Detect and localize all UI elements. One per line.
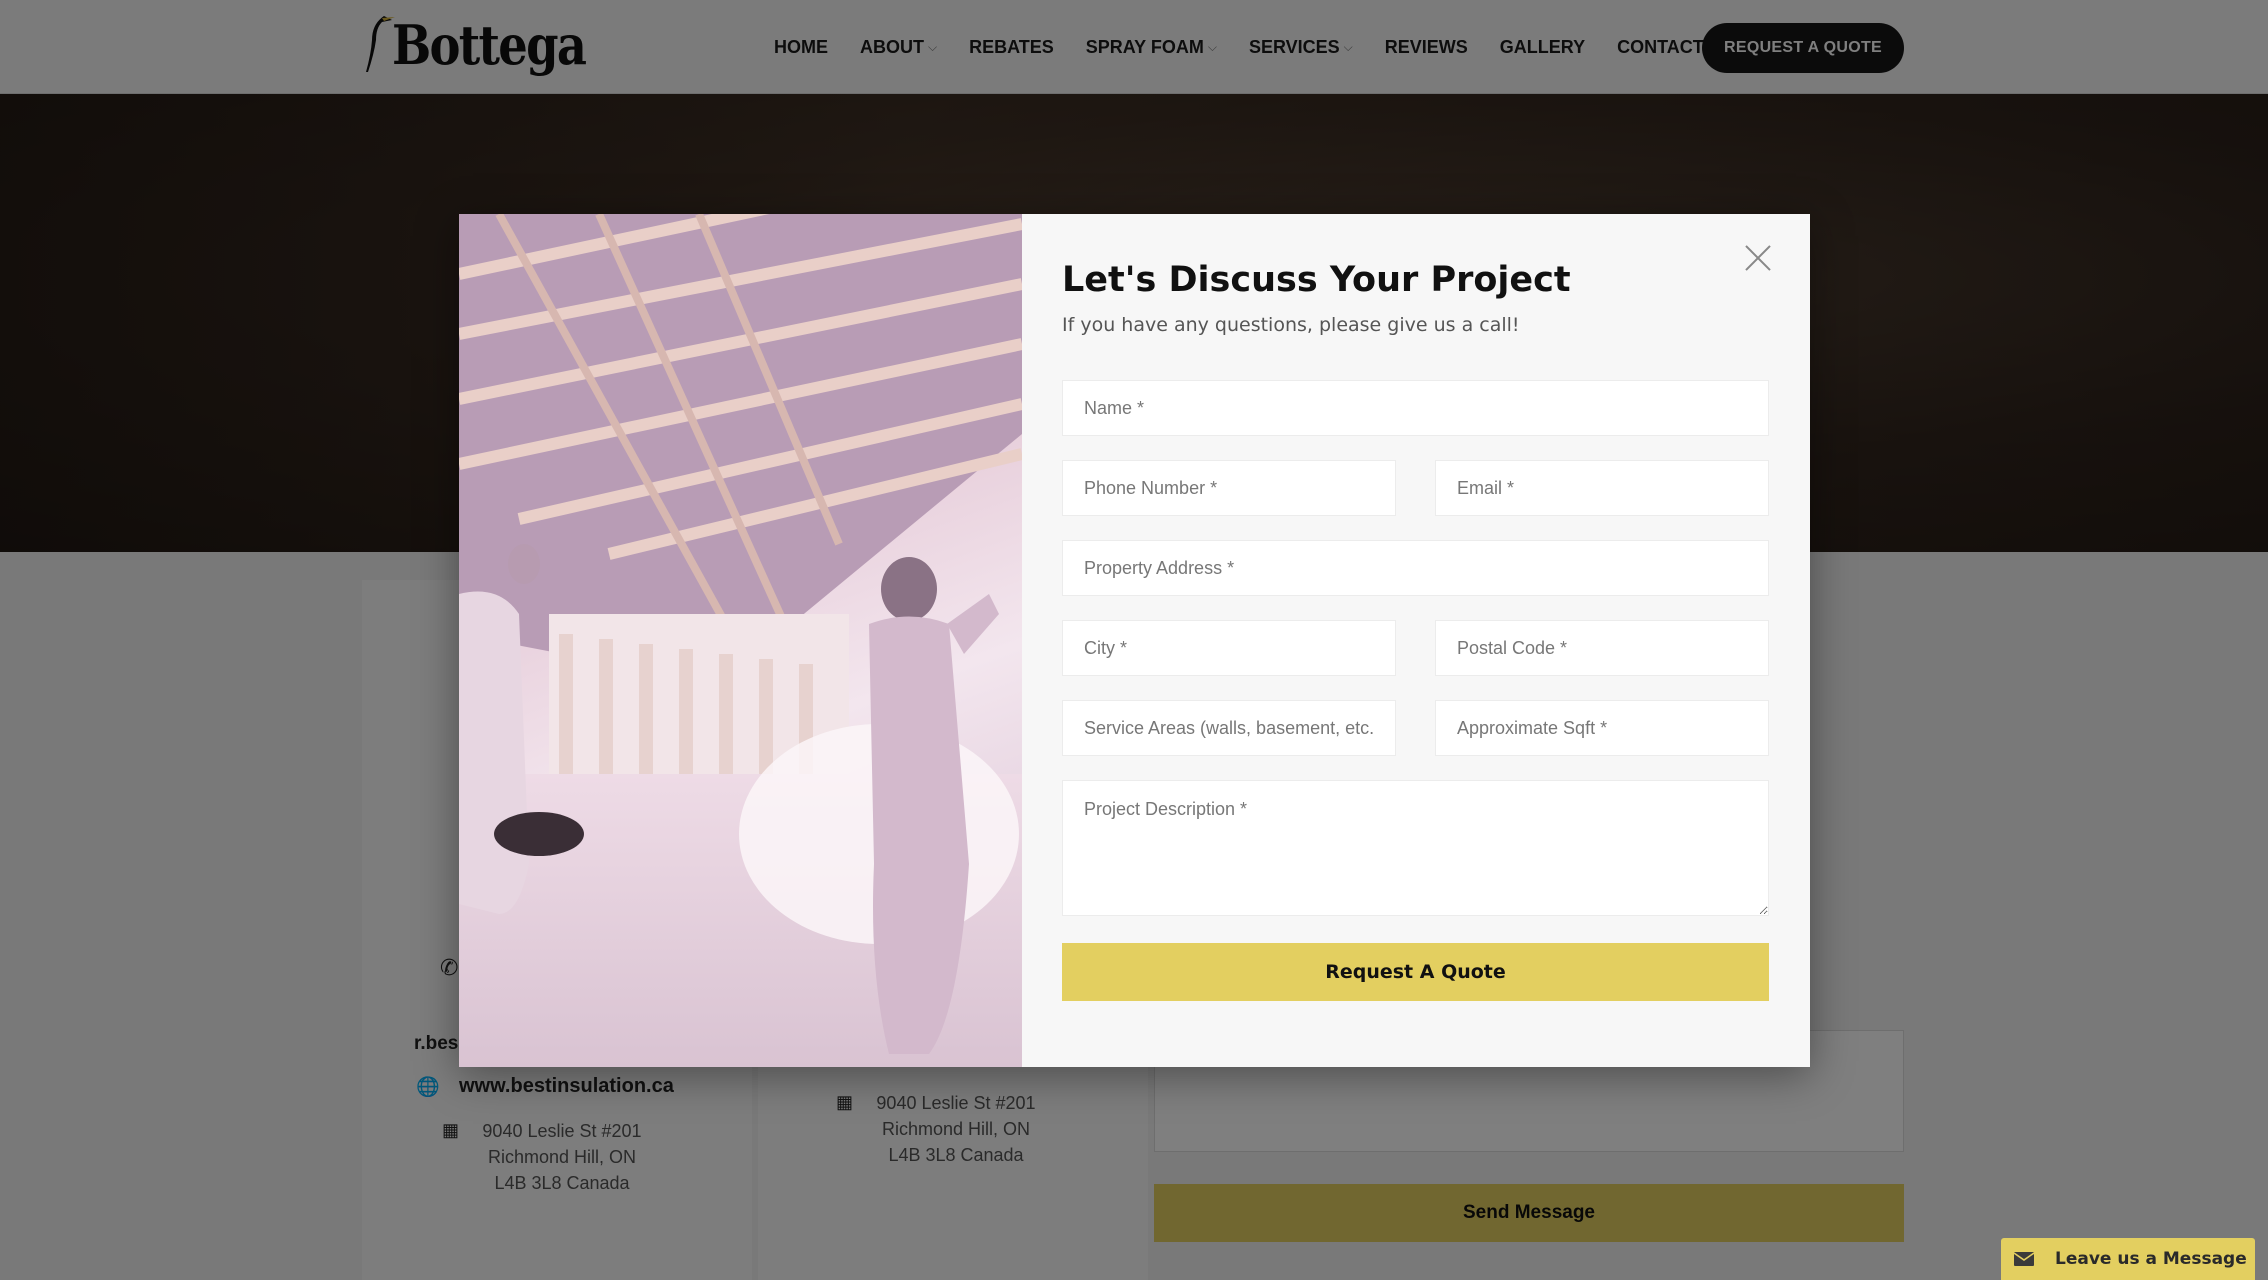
project-description-field[interactable] (1062, 780, 1769, 916)
envelope-icon (2001, 1238, 2047, 1280)
phone-field[interactable] (1062, 460, 1396, 516)
email-field[interactable] (1435, 460, 1769, 516)
service-areas-field[interactable] (1062, 700, 1396, 756)
leave-message-label: Leave us a Message (2055, 1249, 2247, 1269)
modal-form-panel: Let's Discuss Your Project If you have a… (1022, 214, 1810, 1067)
modal-title: Let's Discuss Your Project (1062, 260, 1571, 300)
leave-message-widget[interactable]: Leave us a Message (2001, 1238, 2255, 1280)
quote-modal: Let's Discuss Your Project If you have a… (459, 214, 1810, 1067)
name-field[interactable] (1062, 380, 1769, 436)
close-icon[interactable] (1744, 244, 1772, 272)
attic-illustration (459, 214, 1022, 1067)
modal-subtitle: If you have any questions, please give u… (1062, 314, 1520, 336)
city-field[interactable] (1062, 620, 1396, 676)
approximate-sqft-field[interactable] (1435, 700, 1769, 756)
postal-code-field[interactable] (1435, 620, 1769, 676)
spray-foam-attic-photo (459, 214, 1022, 1067)
request-quote-submit-button[interactable]: Request A Quote (1062, 943, 1769, 1001)
property-address-field[interactable] (1062, 540, 1769, 596)
